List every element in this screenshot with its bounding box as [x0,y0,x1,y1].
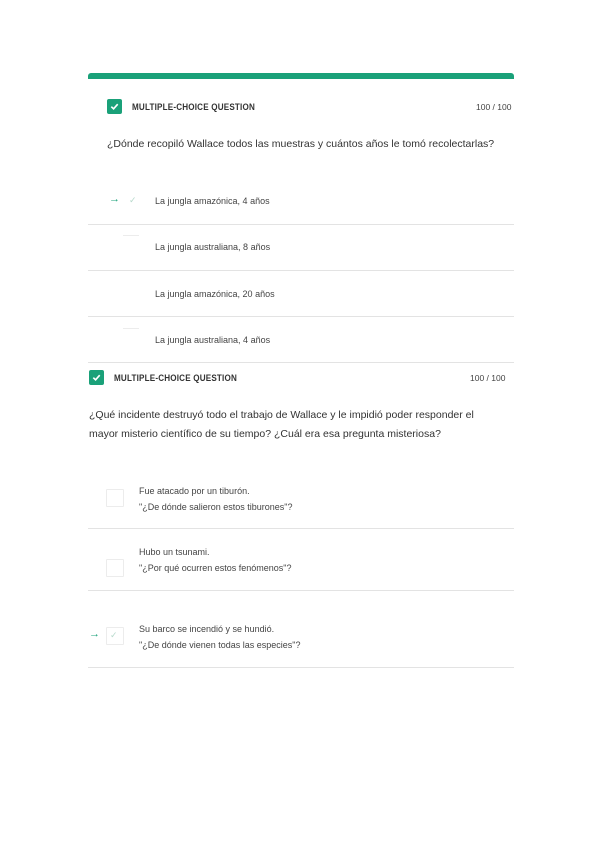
option-label-line-1: Su barco se incendió y se hundió. [139,624,275,634]
question-2-option-2[interactable]: Hubo un tsunami. "¿Por qué ocurren estos… [88,530,514,591]
question-top-bar [88,73,514,79]
option-checkbox [106,559,124,577]
option-checkbox [106,489,124,507]
question-1-text: ¿Dónde recopiló Wallace todos las muestr… [107,138,495,150]
question-2-score: 100 / 100 [470,373,506,383]
check-icon: ✓ [110,630,118,640]
question-2-text-line-2: mayor misterio científico de su tiempo? … [89,428,441,440]
question-2-text-line-1: ¿Qué incidente destruyó todo el trabajo … [89,409,474,421]
checkbox-checked-icon [89,370,104,385]
question-1-option-1[interactable]: → ✓ La jungla amazónica, 4 años [88,178,514,225]
option-label: La jungla amazónica, 4 años [155,196,270,206]
option-marker [123,328,139,329]
arrow-right-icon: → [109,193,120,205]
question-1-option-2[interactable]: La jungla australiana, 8 años [88,225,514,271]
option-marker [123,235,139,236]
question-1-option-3[interactable]: La jungla amazónica, 20 años [88,271,514,317]
option-label-line-2: "¿De dónde salieron estos tiburones"? [139,502,293,512]
check-icon: ✓ [129,195,137,205]
option-label: La jungla australiana, 4 años [155,335,271,345]
option-label-line-2: "¿Por qué ocurren estos fenómenos"? [139,563,292,573]
checkbox-checked-icon [107,99,122,114]
question-1-header: MULTIPLE-CHOICE QUESTION [107,99,269,114]
arrow-right-icon: → [89,628,100,640]
option-label: La jungla australiana, 8 años [155,242,271,252]
option-label-line-1: Fue atacado por un tiburón. [139,486,250,496]
question-1-score: 100 / 100 [476,102,512,112]
option-label-line-1: Hubo un tsunami. [139,547,210,557]
option-label: La jungla amazónica, 20 años [155,289,275,299]
option-label-line-2: "¿De dónde vienen todas las especies"? [139,640,301,650]
question-2-option-3[interactable]: → ✓ Su barco se incendió y se hundió. "¿… [88,607,514,668]
question-type-label: MULTIPLE-CHOICE QUESTION [114,372,237,383]
question-1-option-4[interactable]: La jungla australiana, 4 años [88,317,514,363]
question-2-header: MULTIPLE-CHOICE QUESTION [89,370,251,385]
question-type-label: MULTIPLE-CHOICE QUESTION [132,101,255,112]
question-2-option-1[interactable]: Fue atacado por un tiburón. "¿De dónde s… [88,470,514,529]
